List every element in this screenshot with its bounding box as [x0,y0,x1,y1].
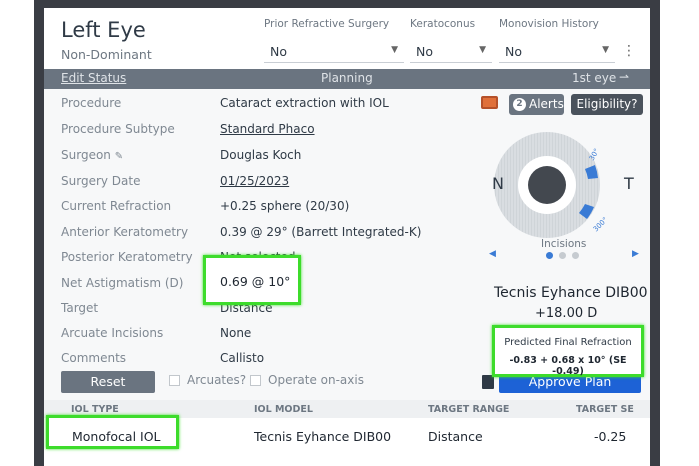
target-se-cell: -0.25 [594,429,627,444]
keratoconus-select[interactable]: No ▼ [410,41,492,63]
anterior-k-label: Anterior Keratometry [61,225,189,239]
monovision-select[interactable]: No ▼ [499,41,615,63]
posterior-k-label: Posterior Keratometry [61,250,193,264]
dial-pupil [528,166,566,204]
current-refraction-label: Current Refraction [61,199,172,213]
mark-bottom-label: 300° [592,216,610,234]
more-options-icon[interactable]: ⋮ [622,43,636,59]
incisions-label: Incisions [541,238,587,250]
predicted-refraction-card: Predicted Final Refraction -0.83 + 0.68 … [492,325,644,377]
eye-dominance: Non-Dominant [61,47,152,62]
arcuates-label: Arcuates? [187,373,247,387]
lens-power: +18.00 D [535,306,598,321]
target-range-cell: Distance [428,429,483,444]
on-axis-checkbox[interactable] [250,375,261,386]
reset-button[interactable]: Reset [61,371,155,393]
net-astig-highlight: 0.69 @ 10° [203,255,301,305]
iol-model-cell: Tecnis Eyhance DIB00 [254,429,392,444]
temporal-label: T [624,174,634,193]
nasal-label: N [492,174,504,193]
monitor-icon[interactable] [481,96,498,109]
mark-top-label: 30° [588,147,601,162]
arcuate-value: None [220,326,252,340]
print-icon[interactable] [482,375,494,389]
net-astig-value: 0.69 @ 10° [220,274,291,289]
net-astig-label: Net Astigmatism (D) [61,276,184,290]
keratoconus-value: No [416,44,433,59]
procedure-value: Cataract extraction with IOL [220,96,389,110]
lens-name: Tecnis Eyhance DIB00 [494,285,648,301]
surgeon-value: Douglas Koch [220,148,302,162]
surgery-date-value[interactable]: 01/25/2023 [220,174,289,188]
arcuates-checkbox[interactable] [169,375,180,386]
carousel-prev-icon[interactable]: ◀ [489,249,496,259]
swap-eye-icon[interactable]: ⇀ [619,70,629,84]
iol-type-cell: Monofocal IOL [72,429,161,444]
carousel-dot-1[interactable] [546,252,553,259]
procedure-label: Procedure [61,96,122,110]
monovision-value: No [505,44,522,59]
chevron-down-icon: ▼ [602,45,609,55]
eye-order: 1st eye [572,71,617,85]
comments-label: Comments [61,351,127,365]
subtype-value[interactable]: Standard Phaco [220,122,315,136]
prior-surgery-value: No [270,44,287,59]
plan-stage: Planning [321,71,373,85]
surgeon-label-text: Surgeon [61,148,111,162]
status-bar: Edit Status Planning 1st eye ⇀ [44,69,650,89]
surgery-date-label: Surgery Date [61,174,141,188]
subtype-label: Procedure Subtype [61,122,175,136]
col-target-range: TARGET RANGE [428,404,510,415]
col-target-se: TARGET SE [576,404,634,415]
predicted-title: Predicted Final Refraction [504,337,632,348]
edit-status-link[interactable]: Edit Status [61,71,126,85]
anterior-k-value: 0.39 @ 29° (Barrett Integrated-K) [220,225,422,239]
comments-value: Callisto [220,351,265,365]
carousel-dot-3[interactable] [572,252,579,259]
monovision-label: Monovision History [499,18,599,30]
alerts-count-badge: 2 [513,98,526,111]
col-iol-model: IOL MODEL [254,404,313,415]
arcuate-label: Arcuate Incisions [61,326,164,340]
eligibility-button[interactable]: Eligibility? [571,94,643,115]
prior-surgery-label: Prior Refractive Surgery [264,18,390,30]
target-label: Target [61,301,99,315]
carousel-next-icon[interactable]: ▶ [632,249,639,259]
col-iol-type: IOL TYPE [71,404,119,415]
current-refraction-value: +0.25 sphere (20/30) [220,199,350,213]
eye-title: Left Eye [61,18,146,42]
chevron-down-icon: ▼ [479,45,486,55]
chevron-down-icon: ▼ [391,45,398,55]
keratoconus-label: Keratoconus [410,18,476,30]
prior-surgery-select[interactable]: No ▼ [264,41,404,63]
on-axis-label: Operate on-axis [268,373,364,387]
carousel-dot-2[interactable] [559,252,566,259]
predicted-value: -0.83 + 0.68 x 10° (SE -0.49) [509,355,627,377]
left-eye-panel: Left Eye Non-Dominant Prior Refractive S… [44,8,650,466]
pencil-icon[interactable]: ✎ [115,151,123,162]
surgeon-label: Surgeon ✎ [61,148,123,162]
